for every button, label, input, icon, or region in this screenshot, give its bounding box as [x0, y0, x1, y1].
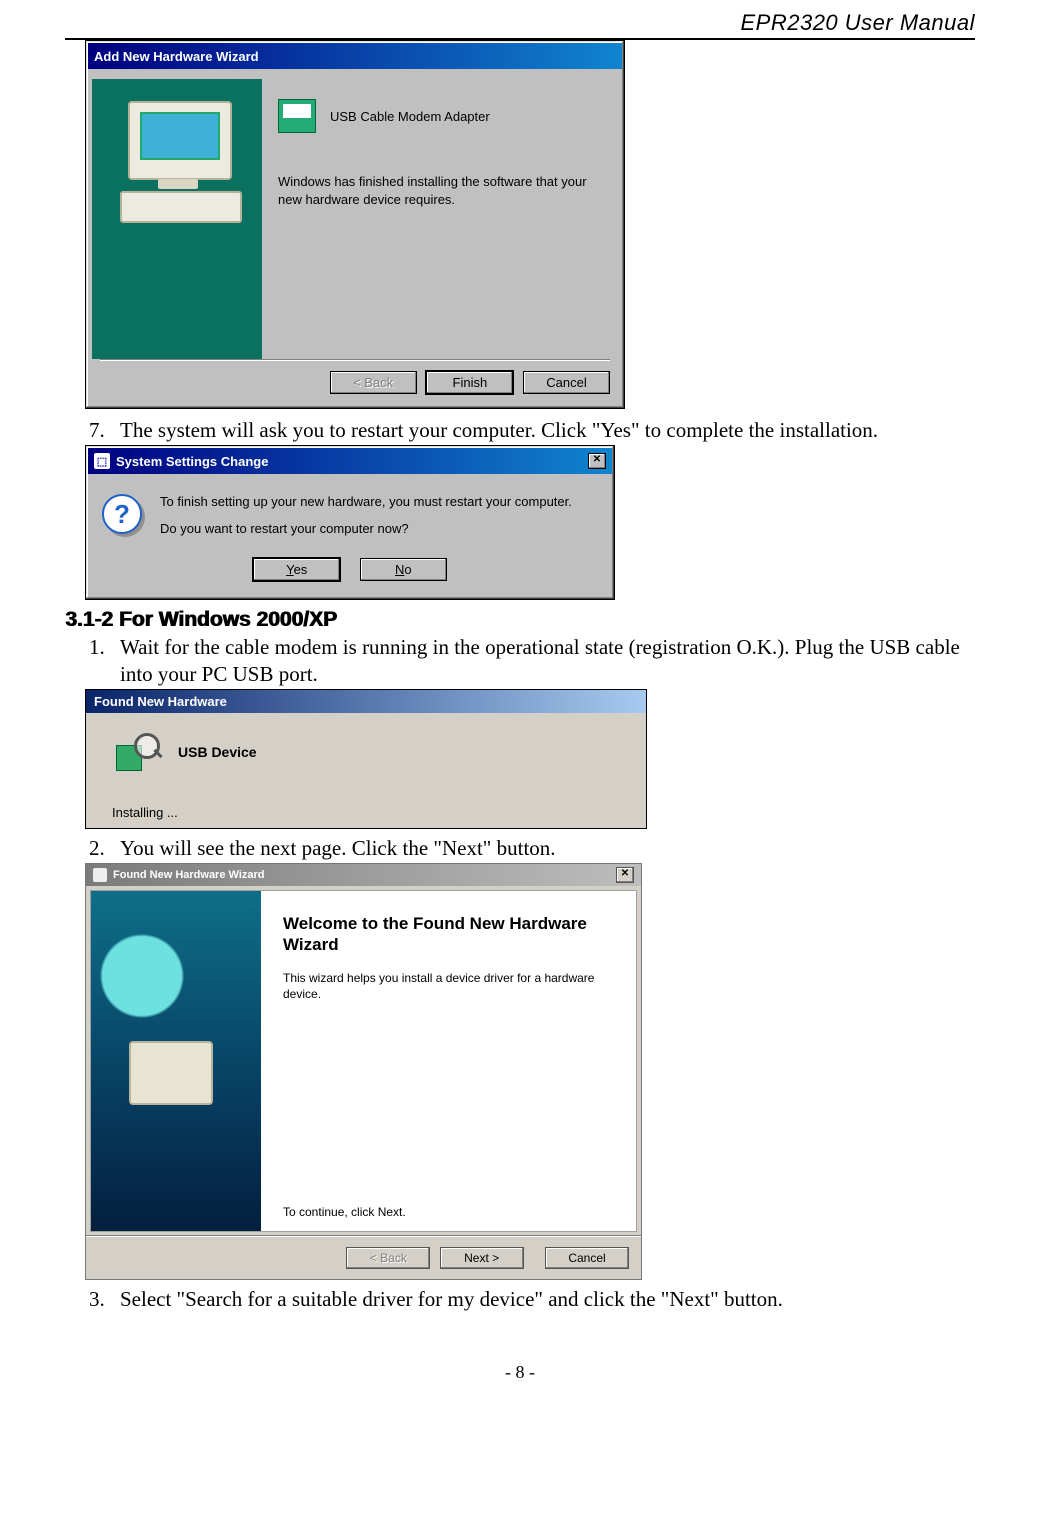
system-settings-change-dialog: ⬚ System Settings Change ✕ ? To finish s… — [85, 445, 615, 600]
wizard-sidebar-art — [92, 79, 262, 359]
back-button: < Back — [330, 371, 417, 394]
pc-tower-icon — [120, 191, 242, 223]
wizard-heading: Welcome to the Found New Hardware Wizard — [283, 913, 614, 956]
found-new-hardware-wizard-dialog: Found New Hardware Wizard ✕ Welcome to t… — [85, 863, 642, 1280]
finish-button[interactable]: Finish — [426, 371, 513, 394]
wizard-continue-hint: To continue, click Next. — [283, 1065, 614, 1219]
found-new-hardware-popup: Found New Hardware USB Device Installing… — [85, 689, 647, 829]
page-number: - 8 - — [65, 1362, 975, 1383]
cancel-button[interactable]: Cancel — [545, 1247, 629, 1269]
no-button[interactable]: No — [360, 558, 447, 581]
page-header: EPR2320 User Manual — [65, 10, 975, 40]
dialog-message-2: Do you want to restart your computer now… — [160, 521, 572, 536]
question-icon: ? — [102, 494, 142, 534]
device-name: USB Cable Modem Adapter — [330, 109, 490, 124]
device-icon — [278, 99, 316, 133]
dialog-message-1: To finish setting up your new hardware, … — [160, 494, 572, 509]
monitor-icon — [128, 101, 232, 180]
wizard-message: Windows has finished installing the soft… — [278, 173, 610, 208]
wizard-sidebar-art — [91, 891, 261, 1231]
dialog-title: Found New Hardware — [94, 694, 227, 709]
add-hardware-wizard-dialog: Add New Hardware Wizard — [85, 40, 625, 409]
step-2: You will see the next page. Click the "N… — [110, 835, 975, 861]
back-button: < Back — [346, 1247, 430, 1269]
dialog-title: System Settings Change — [116, 454, 268, 469]
found-device-label: USB Device — [178, 744, 257, 760]
section-heading: 3.1-2 For Windows 2000/XP — [65, 608, 975, 632]
step-1: Wait for the cable modem is running in t… — [110, 634, 975, 687]
cancel-button[interactable]: Cancel — [523, 371, 610, 394]
wizard-description: This wizard helps you install a device d… — [283, 970, 614, 1004]
cd-icon — [106, 249, 140, 267]
app-icon — [93, 868, 107, 882]
dialog-titlebar: ⬚ System Settings Change ✕ — [88, 448, 612, 474]
dialog-title: Add New Hardware Wizard — [94, 49, 259, 64]
close-icon[interactable]: ✕ — [588, 453, 606, 469]
step-3: Select "Search for a suitable driver for… — [110, 1286, 975, 1312]
dialog-titlebar: Add New Hardware Wizard — [88, 43, 622, 69]
search-hardware-icon — [112, 731, 158, 773]
step-7: The system will ask you to restart your … — [110, 417, 975, 443]
installing-status: Installing ... — [112, 805, 626, 820]
dialog-title: Found New Hardware Wizard — [113, 869, 264, 881]
dialog-titlebar: Found New Hardware Wizard ✕ — [86, 864, 641, 886]
dialog-titlebar: Found New Hardware — [86, 690, 646, 713]
close-icon[interactable]: ✕ — [616, 867, 634, 883]
yes-button[interactable]: Yes — [253, 558, 340, 581]
next-button[interactable]: Next > — [440, 1247, 524, 1269]
cd-icon — [208, 257, 242, 275]
app-icon: ⬚ — [94, 453, 110, 469]
cd-icon — [156, 275, 190, 293]
